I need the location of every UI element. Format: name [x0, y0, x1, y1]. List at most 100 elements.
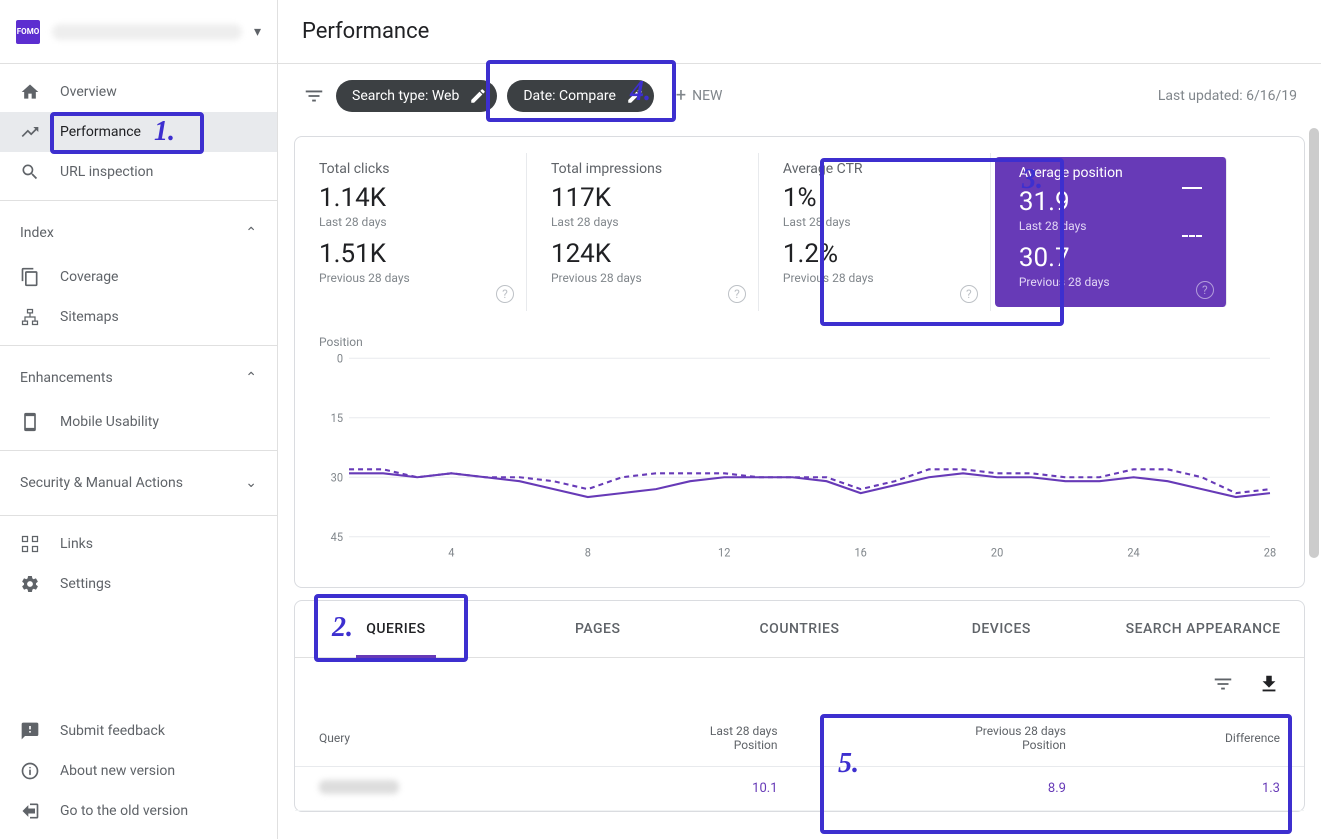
- metric-sub-prev: Previous 28 days: [319, 271, 502, 285]
- sidebar-item-sitemaps[interactable]: Sitemaps: [0, 297, 277, 337]
- sidebar-item-url-inspection[interactable]: URL inspection: [0, 152, 277, 192]
- cell-pos-last: 10.1: [561, 767, 801, 811]
- sidebar-item-label: About new version: [60, 763, 175, 779]
- page-header: Performance: [278, 0, 1321, 64]
- help-icon[interactable]: ?: [728, 285, 746, 303]
- sidebar-item-feedback[interactable]: Submit feedback: [0, 711, 277, 751]
- chevron-down-icon: ⌄: [245, 475, 257, 491]
- section-header-security[interactable]: Security & Manual Actions ⌄: [0, 459, 277, 507]
- download-icon[interactable]: [1258, 673, 1280, 695]
- sidebar-item-about[interactable]: About new version: [0, 751, 277, 791]
- tab-countries[interactable]: COUNTRIES: [699, 601, 901, 657]
- main-scroll[interactable]: Total clicks 1.14K Last 28 days 1.51K Pr…: [278, 128, 1321, 839]
- nav-other: Links Settings: [0, 516, 277, 612]
- sidebar-item-label: Sitemaps: [60, 309, 119, 325]
- metric-value-prev: 30.7: [1019, 243, 1202, 273]
- property-selector[interactable]: FOMO https://shop.fomo.com ▾: [0, 0, 277, 64]
- sidebar-item-overview[interactable]: Overview: [0, 72, 277, 112]
- home-icon: [20, 82, 40, 102]
- metric-sub: Last 28 days: [783, 215, 966, 229]
- chevron-up-icon: ⌃: [245, 225, 257, 241]
- property-logo: FOMO: [16, 20, 40, 44]
- svg-text:0: 0: [337, 353, 343, 366]
- metrics-row: Total clicks 1.14K Last 28 days 1.51K Pr…: [295, 137, 1304, 327]
- metric-value-prev: 1.51K: [319, 239, 502, 269]
- metric-title: Total impressions: [551, 161, 734, 177]
- table-row[interactable]: 10.1 8.9 1.3: [295, 767, 1304, 811]
- sidebar-item-label: Links: [60, 536, 93, 552]
- sidebar-footer: Submit feedback About new version Go to …: [0, 703, 277, 839]
- sidebar-item-mobile-usability[interactable]: Mobile Usability: [0, 402, 277, 442]
- metric-sub: Last 28 days: [551, 215, 734, 229]
- nav-security: Security & Manual Actions ⌄: [0, 451, 277, 516]
- cell-pos-prev: 8.9: [802, 767, 1090, 811]
- metric-sub-prev: Previous 28 days: [551, 271, 734, 285]
- metric-total-clicks[interactable]: Total clicks 1.14K Last 28 days 1.51K Pr…: [295, 153, 527, 311]
- sidebar-item-label: Performance: [60, 124, 141, 140]
- tab-label: DEVICES: [972, 621, 1031, 637]
- sidebar-item-old-version[interactable]: Go to the old version: [0, 791, 277, 831]
- toolbar: Search type: Web Date: Compare + NEW Las…: [278, 64, 1321, 128]
- feedback-icon: [20, 721, 40, 741]
- th-last-position[interactable]: Last 28 daysPosition: [561, 710, 801, 767]
- metric-title: Total clicks: [319, 161, 502, 177]
- metric-title: Average position: [1019, 165, 1202, 181]
- section-header-index[interactable]: Index ⌃: [0, 209, 277, 257]
- svg-text:45: 45: [331, 531, 343, 544]
- phone-icon: [20, 412, 40, 432]
- chip-search-type[interactable]: Search type: Web: [336, 80, 497, 112]
- help-icon[interactable]: ?: [496, 285, 514, 303]
- cell-query: [295, 767, 561, 811]
- metric-average-position[interactable]: Average position 31.9 Last 28 days 30.7 …: [995, 157, 1227, 307]
- metric-total-impressions[interactable]: Total impressions 117K Last 28 days 124K…: [527, 153, 759, 311]
- tab-devices[interactable]: DEVICES: [900, 601, 1102, 657]
- queries-table: Query Last 28 daysPosition Previous 28 d…: [295, 710, 1304, 811]
- filter-icon[interactable]: [1212, 673, 1234, 695]
- th-prev-position[interactable]: Previous 28 daysPosition: [802, 710, 1090, 767]
- tab-search-appearance[interactable]: SEARCH APPEARANCE: [1102, 601, 1304, 657]
- sidebar-item-coverage[interactable]: Coverage: [0, 257, 277, 297]
- section-title: Index: [20, 225, 54, 241]
- th-query[interactable]: Query: [295, 710, 561, 767]
- tab-queries[interactable]: QUERIES: [295, 601, 497, 657]
- metric-average-ctr[interactable]: Average CTR 1% Last 28 days 1.2% Previou…: [759, 153, 991, 311]
- cell-diff: 1.3: [1090, 767, 1304, 811]
- metric-value-prev: 124K: [551, 239, 734, 269]
- search-icon: [20, 162, 40, 182]
- sidebar: FOMO https://shop.fomo.com ▾ Overview Pe…: [0, 0, 278, 839]
- nav-index: Index ⌃ Coverage Sitemaps: [0, 201, 277, 346]
- section-header-enhancements[interactable]: Enhancements ⌃: [0, 354, 277, 402]
- sidebar-item-performance[interactable]: Performance: [0, 112, 277, 152]
- metric-sub: Last 28 days: [319, 215, 502, 229]
- metric-value-prev: 1.2%: [783, 239, 966, 269]
- chip-date[interactable]: Date: Compare: [507, 80, 654, 112]
- trending-icon: [20, 122, 40, 142]
- scrollbar[interactable]: [1309, 128, 1319, 558]
- th-difference[interactable]: Difference: [1090, 710, 1304, 767]
- svg-text:12: 12: [718, 546, 730, 559]
- main: Performance Search type: Web Date: Compa…: [278, 0, 1321, 839]
- sidebar-item-settings[interactable]: Settings: [0, 564, 277, 604]
- sidebar-item-label: Overview: [60, 84, 117, 100]
- exit-icon: [20, 801, 40, 821]
- sidebar-item-label: Coverage: [60, 269, 118, 285]
- sidebar-item-label: Settings: [60, 576, 111, 592]
- filter-icon[interactable]: [302, 84, 326, 108]
- sidebar-item-label: Submit feedback: [60, 723, 165, 739]
- metric-value: 1.14K: [319, 183, 502, 213]
- property-url: https://shop.fomo.com: [52, 24, 242, 40]
- chip-label: Date: Compare: [523, 88, 616, 104]
- tab-pages[interactable]: PAGES: [497, 601, 699, 657]
- section-title: Security & Manual Actions: [20, 475, 183, 491]
- gear-icon: [20, 574, 40, 594]
- help-icon[interactable]: ?: [1196, 281, 1214, 299]
- section-title: Enhancements: [20, 370, 113, 386]
- page-title: Performance: [302, 19, 429, 44]
- chart-axis-title: Position: [319, 335, 1280, 349]
- new-filter-button[interactable]: + NEW: [664, 87, 735, 105]
- tabs-card: QUERIES PAGES COUNTRIES DEVICES SEARCH A…: [294, 600, 1305, 812]
- svg-text:20: 20: [991, 546, 1003, 559]
- help-icon[interactable]: ?: [960, 285, 978, 303]
- tab-label: QUERIES: [366, 621, 425, 637]
- sidebar-item-links[interactable]: Links: [0, 524, 277, 564]
